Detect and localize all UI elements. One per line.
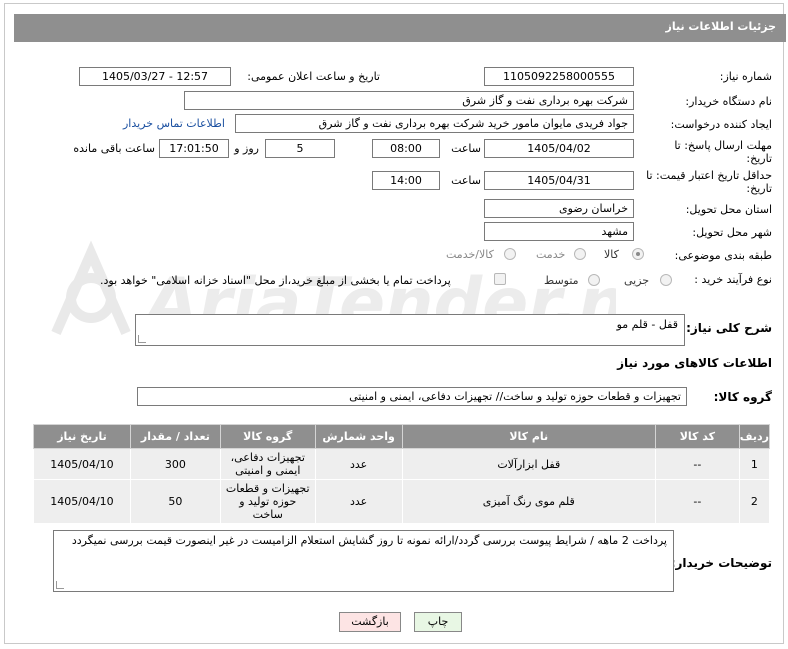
creator-label: ایجاد کننده درخواست: [670, 118, 772, 131]
goods-info-heading: اطلاعات کالاهای مورد نیاز [617, 356, 772, 370]
cell-item-code: -- [654, 448, 740, 480]
validity-time-field[interactable]: 14:00 [372, 171, 440, 190]
process-option-medium: متوسط [544, 274, 579, 287]
resize-grip-icon[interactable] [138, 335, 146, 343]
header-bar: جزئیات اطلاعات نیاز [14, 14, 786, 42]
category-radio-goods[interactable] [632, 248, 644, 260]
validity-label: حداقل تاریخ اعتبار قیمت: تا تاریخ: [646, 169, 772, 195]
treasury-payment-note: پرداخت تمام یا بخشی از مبلغ خرید،از محل … [100, 274, 451, 287]
send-time-label: ساعت [451, 142, 481, 155]
cell-quantity: 50 [129, 479, 221, 524]
buyer-notes-label: توضیحات خریدار: [670, 556, 772, 570]
col-need-date: تاریخ نیاز [33, 424, 131, 449]
buyer-notes-text: پرداخت 2 ماهه / شرایط پیوست بررسی گردد/ا… [71, 534, 667, 547]
cell-goods-group: تجهیزات دفاعی، ایمنی و امنیتی [219, 448, 316, 480]
city-label: شهر محل تحویل: [692, 226, 772, 239]
cell-unit: عدد [314, 448, 403, 480]
category-option-service: خدمت [536, 248, 566, 261]
process-option-minor: جزیی [624, 274, 650, 287]
back-button[interactable]: بازگشت [339, 612, 401, 632]
cell-item-name: قفل ابزارآلات [401, 448, 656, 480]
validity-date-field[interactable]: 1405/04/31 [484, 171, 634, 190]
province-field[interactable]: خراسان رضوی [484, 199, 634, 218]
cell-item-name: قلم موی رنگ آمیزی [401, 479, 656, 524]
city-field[interactable]: مشهد [484, 222, 634, 241]
cell-row-number: 2 [738, 479, 771, 524]
page-title: جزئیات اطلاعات نیاز [665, 20, 777, 33]
table-row[interactable]: 1 -- قفل ابزارآلات عدد تجهیزات دفاعی، ای… [33, 448, 771, 480]
col-quantity: تعداد / مقدار [129, 424, 221, 449]
items-table: ردیف کد کالا نام کالا واحد شمارش گروه کا… [33, 424, 771, 524]
cell-row-number: 1 [738, 448, 771, 480]
remaining-label: ساعت باقی مانده [73, 142, 155, 155]
process-radio-medium[interactable] [588, 274, 600, 286]
process-label: نوع فرآیند خرید : [694, 273, 772, 286]
table-header-row: ردیف کد کالا نام کالا واحد شمارش گروه کا… [33, 424, 771, 449]
cell-item-code: -- [654, 479, 740, 524]
table-row[interactable]: 2 -- قلم موی رنگ آمیزی عدد تجهیزات و قطع… [33, 479, 771, 524]
goods-group-label: گروه کالا: [713, 390, 772, 404]
print-button[interactable]: چاپ [414, 612, 462, 632]
days-label: روز و [234, 142, 259, 155]
buyer-org-label: نام دستگاه خریدار: [685, 95, 772, 108]
category-option-goods-service: کالا/خدمت [446, 248, 494, 261]
resize-grip-icon[interactable] [56, 581, 64, 589]
process-radio-minor[interactable] [660, 274, 672, 286]
announce-label: تاریخ و ساعت اعلان عمومی: [247, 70, 380, 83]
cell-goods-group: تجهیزات و قطعات حوزه تولید و ساخت [219, 479, 316, 524]
send-date-field[interactable]: 1405/04/02 [484, 139, 634, 158]
category-label: طبقه بندی موضوعی: [674, 249, 772, 262]
need-number-label: شماره نیاز: [719, 70, 772, 83]
buyer-contact-link[interactable]: اطلاعات تماس خریدار [123, 117, 225, 130]
goods-group-field[interactable]: تجهیزات و قطعات حوزه تولید و ساخت// تجهی… [137, 387, 687, 406]
need-number-field[interactable]: 1105092258000555 [484, 67, 634, 86]
cell-need-date: 1405/04/10 [33, 448, 131, 480]
days-field[interactable]: 5 [265, 139, 335, 158]
treasury-payment-checkbox[interactable] [494, 273, 506, 285]
category-option-goods: کالا [604, 248, 619, 261]
province-label: استان محل تحویل: [685, 203, 772, 216]
col-row-number: ردیف [738, 424, 771, 449]
summary-text: قفل - قلم مو [616, 318, 678, 331]
summary-textarea[interactable]: قفل - قلم مو [135, 314, 685, 346]
send-deadline-label: مهلت ارسال پاسخ: تا تاریخ: [674, 139, 772, 165]
announce-field[interactable]: 1405/03/27 - 12:57 [79, 67, 231, 86]
col-unit: واحد شمارش [314, 424, 403, 449]
col-goods-group: گروه کالا [219, 424, 316, 449]
remaining-time-field[interactable]: 17:01:50 [159, 139, 229, 158]
buyer-org-field[interactable]: شرکت بهره برداری نفت و گاز شرق [184, 91, 634, 110]
validity-time-label: ساعت [451, 174, 481, 187]
cell-quantity: 300 [129, 448, 221, 480]
category-radio-service[interactable] [574, 248, 586, 260]
cell-need-date: 1405/04/10 [33, 479, 131, 524]
category-radio-goods-service[interactable] [504, 248, 516, 260]
col-item-name: نام کالا [401, 424, 656, 449]
cell-unit: عدد [314, 479, 403, 524]
summary-label: شرح کلی نیاز: [686, 321, 772, 335]
send-time-field[interactable]: 08:00 [372, 139, 440, 158]
col-item-code: کد کالا [654, 424, 740, 449]
creator-field[interactable]: جواد فریدی مایوان مامور خرید شرکت بهره ب… [235, 114, 634, 133]
buyer-notes-textarea[interactable]: پرداخت 2 ماهه / شرایط پیوست بررسی گردد/ا… [53, 530, 674, 592]
